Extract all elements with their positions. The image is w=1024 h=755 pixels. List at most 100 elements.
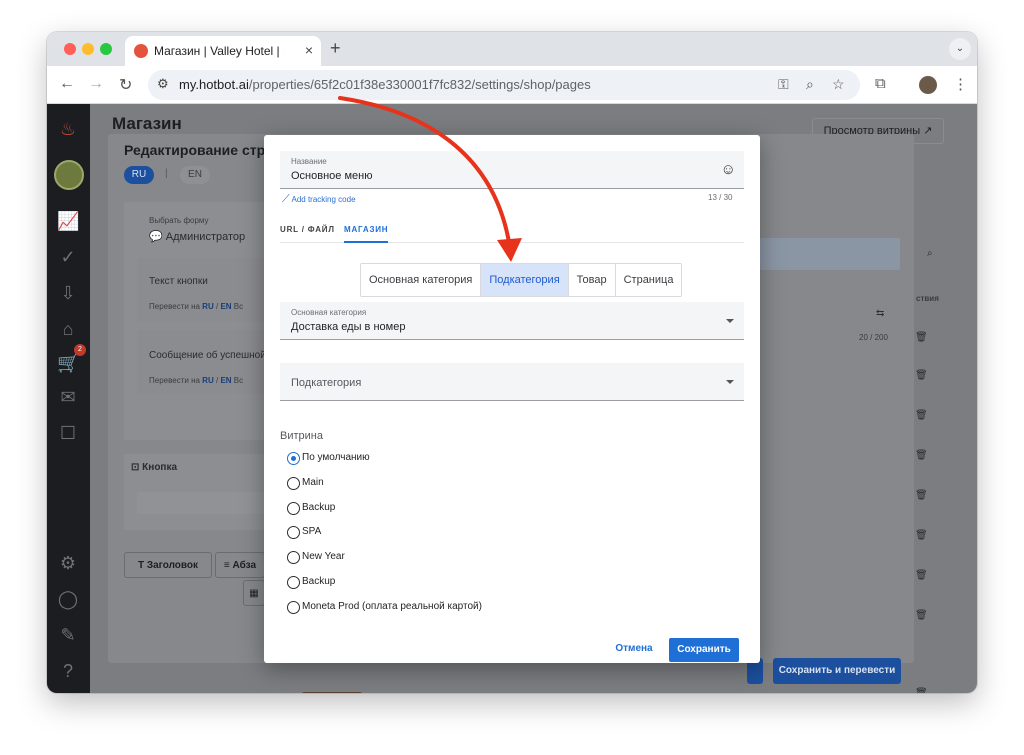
zoom-icon[interactable]: ⌕ <box>806 76 814 93</box>
showcase-option-label: Main <box>302 477 324 488</box>
showcase-option-label: New Year <box>302 551 345 562</box>
translate-ru-link[interactable]: RU <box>202 302 214 311</box>
profile-avatar[interactable] <box>919 76 937 94</box>
trend-line-icon: ⟋ <box>282 193 290 205</box>
sidebar: ♨ 📈 ✓ ⇩ ⌂ 🛒 2 ✉ ☐ ⚙ ◯ ✎ ? <box>47 104 90 693</box>
url-field[interactable]: ⚙ my.hotbot.ai/properties/65f2c01f38e330… <box>148 70 860 100</box>
showcase-option-label: Moneta Prod (оплата реальной картой) <box>302 601 482 612</box>
translate-icon[interactable]: ⇆ <box>876 308 884 319</box>
translate-more: Вс <box>233 376 244 385</box>
button-input[interactable] <box>137 492 264 514</box>
translate-ru-link[interactable]: RU <box>202 376 214 385</box>
edit-panel-title: Редактирование стра <box>124 142 273 158</box>
translate-separator: / <box>215 376 219 385</box>
choose-form-value[interactable]: 💬 Администратор <box>149 230 245 243</box>
translate-row-2: Перевести на RU / EN Вс <box>149 376 243 385</box>
trash-icon[interactable]: 🗑 <box>915 610 928 621</box>
translate-separator: / <box>215 302 219 311</box>
segment-product[interactable]: Товар <box>569 264 616 296</box>
translate-en-link[interactable]: EN <box>220 376 231 385</box>
site-settings-icon[interactable]: ⚙ <box>157 76 169 92</box>
tab-url-file[interactable]: URL / ФАЙЛ <box>280 225 335 234</box>
maximize-window-button[interactable] <box>100 43 112 55</box>
help-icon[interactable]: ? <box>57 660 79 682</box>
calendar-tool-icon[interactable]: ▦ <box>243 580 265 606</box>
name-field[interactable]: Название Основное меню ☺ <box>280 151 744 189</box>
choose-form-label: Выбрать форму <box>149 216 209 225</box>
extensions-icon[interactable]: ⧉ <box>875 75 886 92</box>
add-tracking-code-label: Add tracking code <box>291 195 356 204</box>
back-arrow-icon[interactable]: ← <box>59 75 75 93</box>
tab-search-chevron-icon[interactable]: ⌄ <box>949 38 971 60</box>
name-char-counter: 13 / 30 <box>708 193 733 202</box>
translate-to-label: Перевести на <box>149 302 200 311</box>
link-settings-modal: Название Основное меню ☺ ⟋ Add tracking … <box>264 135 760 663</box>
main-category-label: Основная категория <box>291 308 367 317</box>
paragraph-tool-button[interactable]: ≡ Абза <box>215 552 265 578</box>
trash-icon[interactable]: 🗑 <box>915 530 928 541</box>
hotbot-logo-icon[interactable]: ♨ <box>57 118 79 140</box>
segment-subcategory[interactable]: Подкатегория <box>481 264 569 296</box>
chevron-down-icon <box>726 380 734 384</box>
tasks-check-icon[interactable]: ✓ <box>57 246 79 268</box>
new-tab-icon[interactable]: + <box>330 38 341 59</box>
search-icon[interactable]: ⌕ <box>927 248 933 259</box>
translate-en-link[interactable]: EN <box>220 302 231 311</box>
analytics-icon[interactable]: 📈 <box>57 210 79 232</box>
trash-icon[interactable]: 🗑 <box>915 410 928 421</box>
cart-icon[interactable]: 🛒 <box>57 352 79 374</box>
forward-arrow-icon[interactable]: → <box>88 75 104 93</box>
inbox-icon[interactable]: ⇩ <box>57 282 79 304</box>
hotbot-favicon-icon <box>134 44 148 58</box>
browser-menu-icon[interactable]: ⋮ <box>953 75 968 93</box>
mail-icon[interactable]: ✉ <box>57 386 79 408</box>
minimize-window-button[interactable] <box>82 43 94 55</box>
save-button[interactable]: Сохранить <box>669 638 739 662</box>
lang-ru-pill[interactable]: RU <box>124 166 154 184</box>
subcategory-select[interactable]: Подкатегория <box>280 363 744 401</box>
chat-icon[interactable]: ☐ <box>57 422 79 444</box>
close-tab-icon[interactable]: × <box>305 42 313 58</box>
trash-icon[interactable]: 🗑 <box>915 450 928 461</box>
bookmark-star-icon[interactable]: ☆ <box>832 76 845 93</box>
url-text: my.hotbot.ai/properties/65f2c01f38e33000… <box>179 77 591 92</box>
settings-gear-icon[interactable]: ⚙ <box>57 552 79 574</box>
reload-icon[interactable]: ↻ <box>119 75 132 95</box>
password-key-icon[interactable]: ⚿ <box>778 76 789 93</box>
button-text-field[interactable] <box>137 258 264 322</box>
property-logo[interactable] <box>54 160 84 190</box>
heading-tool-button[interactable]: T Заголовок <box>124 552 212 578</box>
edit-pencil-icon[interactable]: ✎ <box>57 624 79 646</box>
trash-icon[interactable]: 🗑 <box>915 370 928 381</box>
choose-form-value-text: Администратор <box>165 231 246 243</box>
add-tracking-code-link[interactable]: ⟋ Add tracking code <box>282 193 356 206</box>
trash-icon[interactable]: 🗑 <box>915 570 928 581</box>
trash-icon[interactable]: 🗑 <box>915 688 928 693</box>
showcase-option-label: SPA <box>302 526 322 537</box>
segment-main-category[interactable]: Основная категория <box>361 264 482 296</box>
close-window-button[interactable] <box>64 43 76 55</box>
translate-to-label: Перевести на <box>149 376 200 385</box>
browser-tab[interactable]: Магазин | Valley Hotel | Hotbot × <box>125 36 321 66</box>
save-and-translate-button[interactable]: Сохранить и перевести <box>773 658 901 684</box>
tab-bar: Магазин | Valley Hotel | Hotbot × + ⌄ <box>47 32 977 66</box>
radio-unselected-icon <box>287 502 300 515</box>
main-category-select[interactable]: Основная категория Доставка еды в номер <box>280 302 744 340</box>
tab-title: Магазин | Valley Hotel | Hotbot <box>154 44 284 58</box>
lang-en-pill[interactable]: EN <box>180 166 210 184</box>
tab-shop[interactable]: МАГАЗИН <box>344 225 389 243</box>
radio-unselected-icon <box>287 601 300 614</box>
translate-more: Вс <box>233 302 244 311</box>
trash-icon[interactable]: 🗑 <box>915 490 928 501</box>
product-thumbnail <box>302 692 362 693</box>
segment-page[interactable]: Страница <box>616 264 682 296</box>
user-icon[interactable]: ◯ <box>57 588 79 610</box>
trash-icon[interactable]: 🗑 <box>915 332 928 343</box>
main-category-value: Доставка еды в номер <box>291 321 406 333</box>
modal-tabs: URL / ФАЙЛ МАГАЗИН <box>280 221 744 243</box>
subcategory-placeholder: Подкатегория <box>291 377 362 389</box>
cancel-button[interactable]: Отмена <box>612 638 656 660</box>
radio-unselected-icon <box>287 477 300 490</box>
emoji-smiley-icon[interactable]: ☺ <box>721 161 736 178</box>
services-icon[interactable]: ⌂ <box>57 318 79 340</box>
